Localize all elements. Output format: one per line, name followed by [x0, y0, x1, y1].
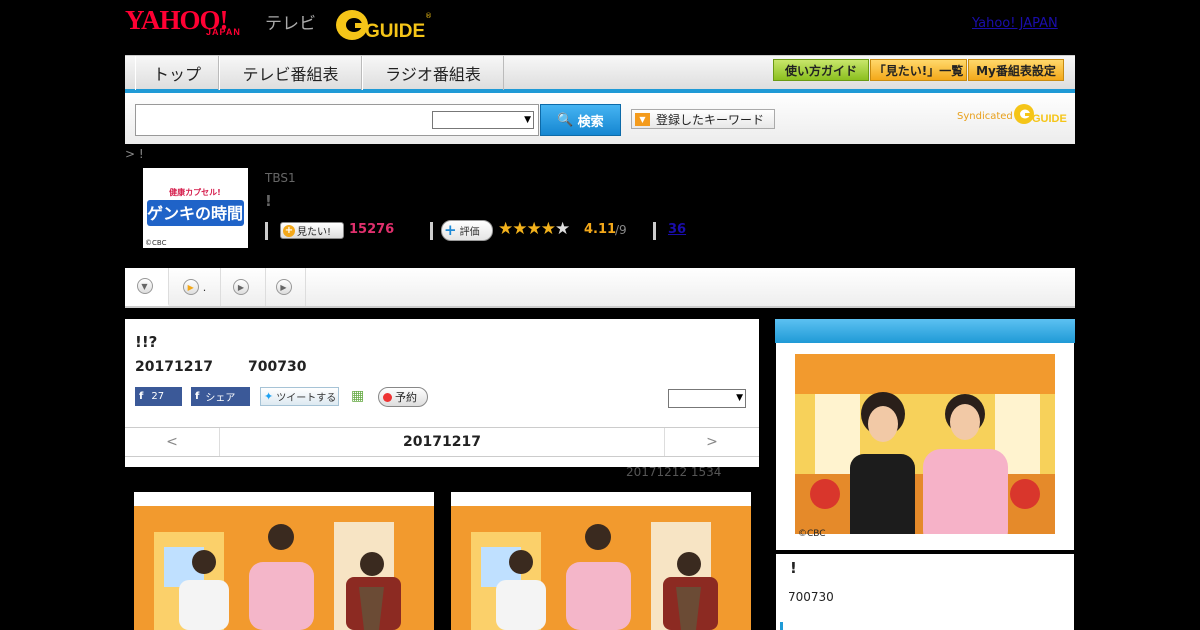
yahoo-japan-link[interactable]: Yahoo! JAPAN [972, 16, 1058, 31]
breadcrumb[interactable]: > ! [125, 147, 144, 161]
episode-tab-label: . [202, 280, 207, 294]
episode-tabs: ▼ ▶ . ▶ ▶ [125, 268, 1075, 308]
facebook-like-count: 27 [151, 391, 165, 402]
episode-tab-1[interactable]: ▼ [125, 268, 169, 306]
gguide-small-logo: GUIDE [1014, 104, 1067, 125]
pager-date: 20171217 [403, 434, 481, 450]
facebook-icon: f [195, 391, 200, 402]
record-reserve-button[interactable]: 予約 [378, 387, 428, 407]
thumb-credit: ©CBC [145, 239, 167, 247]
tv-label[interactable]: テレビ [265, 9, 316, 34]
divider [265, 222, 268, 240]
next-episode-button[interactable]: > [664, 428, 759, 456]
chevron-down-icon: ▼ [736, 393, 743, 403]
play-icon: ▶ [182, 279, 199, 295]
sidebar-header [775, 319, 1075, 343]
episode-tab-2[interactable]: ▶ . [169, 268, 221, 306]
tweet-label: ツイートする [276, 393, 337, 404]
chevron-down-icon: ▼ [524, 115, 531, 125]
twitter-bird-icon: ✦ [264, 390, 274, 403]
star-icon: ★ [498, 219, 513, 239]
want-to-watch-button[interactable]: + 見たい! [280, 222, 344, 239]
divider [430, 222, 433, 240]
rating-value: 4.11 [584, 222, 617, 237]
facebook-share-button[interactable]: f シェア [191, 387, 250, 406]
chevron-down-icon: ▼ [136, 278, 153, 294]
episode-panel: !!? 20171217 700730 f 27 f シェア ✦ ツイートする … [125, 319, 759, 467]
star-icon: ★ [512, 219, 527, 239]
sidebar-code: 700730 [788, 590, 834, 604]
episode-photo-1[interactable] [134, 492, 434, 630]
episode-subtitle: !!? [135, 333, 158, 351]
plus-icon: + [283, 224, 295, 237]
play-icon: ▶ [275, 279, 292, 295]
facebook-like-button[interactable]: f 27 [135, 387, 182, 406]
rate-label: 評価 [459, 227, 480, 238]
yahoo-japan-sub: JAPAN [206, 27, 241, 37]
review-count-link[interactable]: 36 [668, 222, 686, 237]
thumb-title: ゲンキの時間 [147, 204, 243, 223]
main-nav: トップ テレビ番組表 ラジオ番組表 使い方ガイド 「見たい!」一覧 My番組表設… [125, 55, 1075, 93]
watchlist-button[interactable]: 「見たい!」一覧 [870, 59, 967, 81]
episode-select[interactable]: ▼ [668, 389, 746, 408]
play-icon: ▶ [233, 279, 249, 295]
want-to-watch-count: 15276 [349, 222, 395, 237]
search-icon: 🔍 [557, 112, 574, 128]
plus-icon: + [444, 221, 457, 239]
channel-name[interactable]: TBS1 [265, 171, 296, 185]
tab-tv-listings[interactable]: テレビ番組表 [219, 56, 362, 90]
search-button-label: 検索 [577, 114, 604, 130]
star-icon: ★ [526, 219, 542, 239]
episode-tab-4[interactable]: ▶ [266, 268, 306, 306]
episode-photo-2[interactable] [451, 492, 751, 630]
thumb-subtitle: 健康カプセル! [169, 187, 221, 197]
program-thumbnail[interactable]: 健康カプセル! ゲンキの時間 ©CBC [143, 168, 248, 248]
search-bar: ▼ 🔍 検索 ▼ 登録したキーワード Syndicated GUIDE [125, 93, 1075, 144]
star-icon: ★ [555, 219, 570, 239]
tweet-button[interactable]: ✦ ツイートする [260, 387, 339, 406]
tab-radio-listings[interactable]: ラジオ番組表 [362, 56, 504, 90]
episode-pager: < 20171217 > [125, 427, 759, 457]
svg-text:GUIDE: GUIDE [1032, 113, 1067, 125]
sidebar-photo-credit: ©CBC [798, 529, 826, 539]
page: YAHOO! JAPAN テレビ GUIDE ® Yahoo! JAPAN トッ… [0, 0, 1200, 630]
want-to-watch-label: 見たい! [297, 227, 332, 238]
rate-button[interactable]: + 評価 [441, 220, 493, 241]
sidebar-strip [775, 550, 1075, 554]
my-listings-button[interactable]: My番組表設定 [968, 59, 1064, 81]
updated-timestamp: 20171212 1534 [626, 465, 722, 479]
bookmark-icon[interactable]: ▦ [351, 388, 364, 404]
svg-text:GUIDE: GUIDE [365, 21, 425, 42]
record-icon [383, 392, 392, 402]
sidebar-photo[interactable]: ©CBC [795, 354, 1055, 549]
chevron-down-icon: ▼ [635, 112, 650, 126]
divider [653, 222, 656, 240]
episode-code: 700730 [248, 359, 307, 375]
gguide-logo[interactable]: GUIDE ® [335, 8, 433, 42]
previous-episode-button[interactable]: < [125, 428, 220, 456]
saved-keywords-button[interactable]: ▼ 登録したキーワード [631, 109, 775, 129]
star-icon: ★ [540, 219, 556, 239]
tab-top[interactable]: トップ [135, 56, 219, 90]
program-title: ! [265, 192, 272, 210]
record-reserve-label: 予約 [395, 391, 417, 404]
sidebar-accent-bar [780, 622, 783, 630]
usage-guide-button[interactable]: 使い方ガイド [773, 59, 869, 81]
search-button[interactable]: 🔍 検索 [540, 104, 621, 136]
facebook-share-label: シェア [205, 393, 236, 404]
rating-scale: /9 [615, 223, 627, 237]
svg-text:®: ® [425, 12, 432, 20]
sidebar-title: ! [790, 559, 797, 577]
facebook-icon: f [139, 391, 144, 402]
episode-tab-3[interactable]: ▶ [221, 268, 266, 306]
syndicated-label: Syndicated [957, 111, 1013, 122]
rating-stars: ★★★★★ [498, 219, 570, 239]
saved-keywords-label: 登録したキーワード [656, 112, 765, 127]
episode-date: 20171217 [135, 359, 213, 375]
search-category-select[interactable]: ▼ [432, 111, 534, 129]
